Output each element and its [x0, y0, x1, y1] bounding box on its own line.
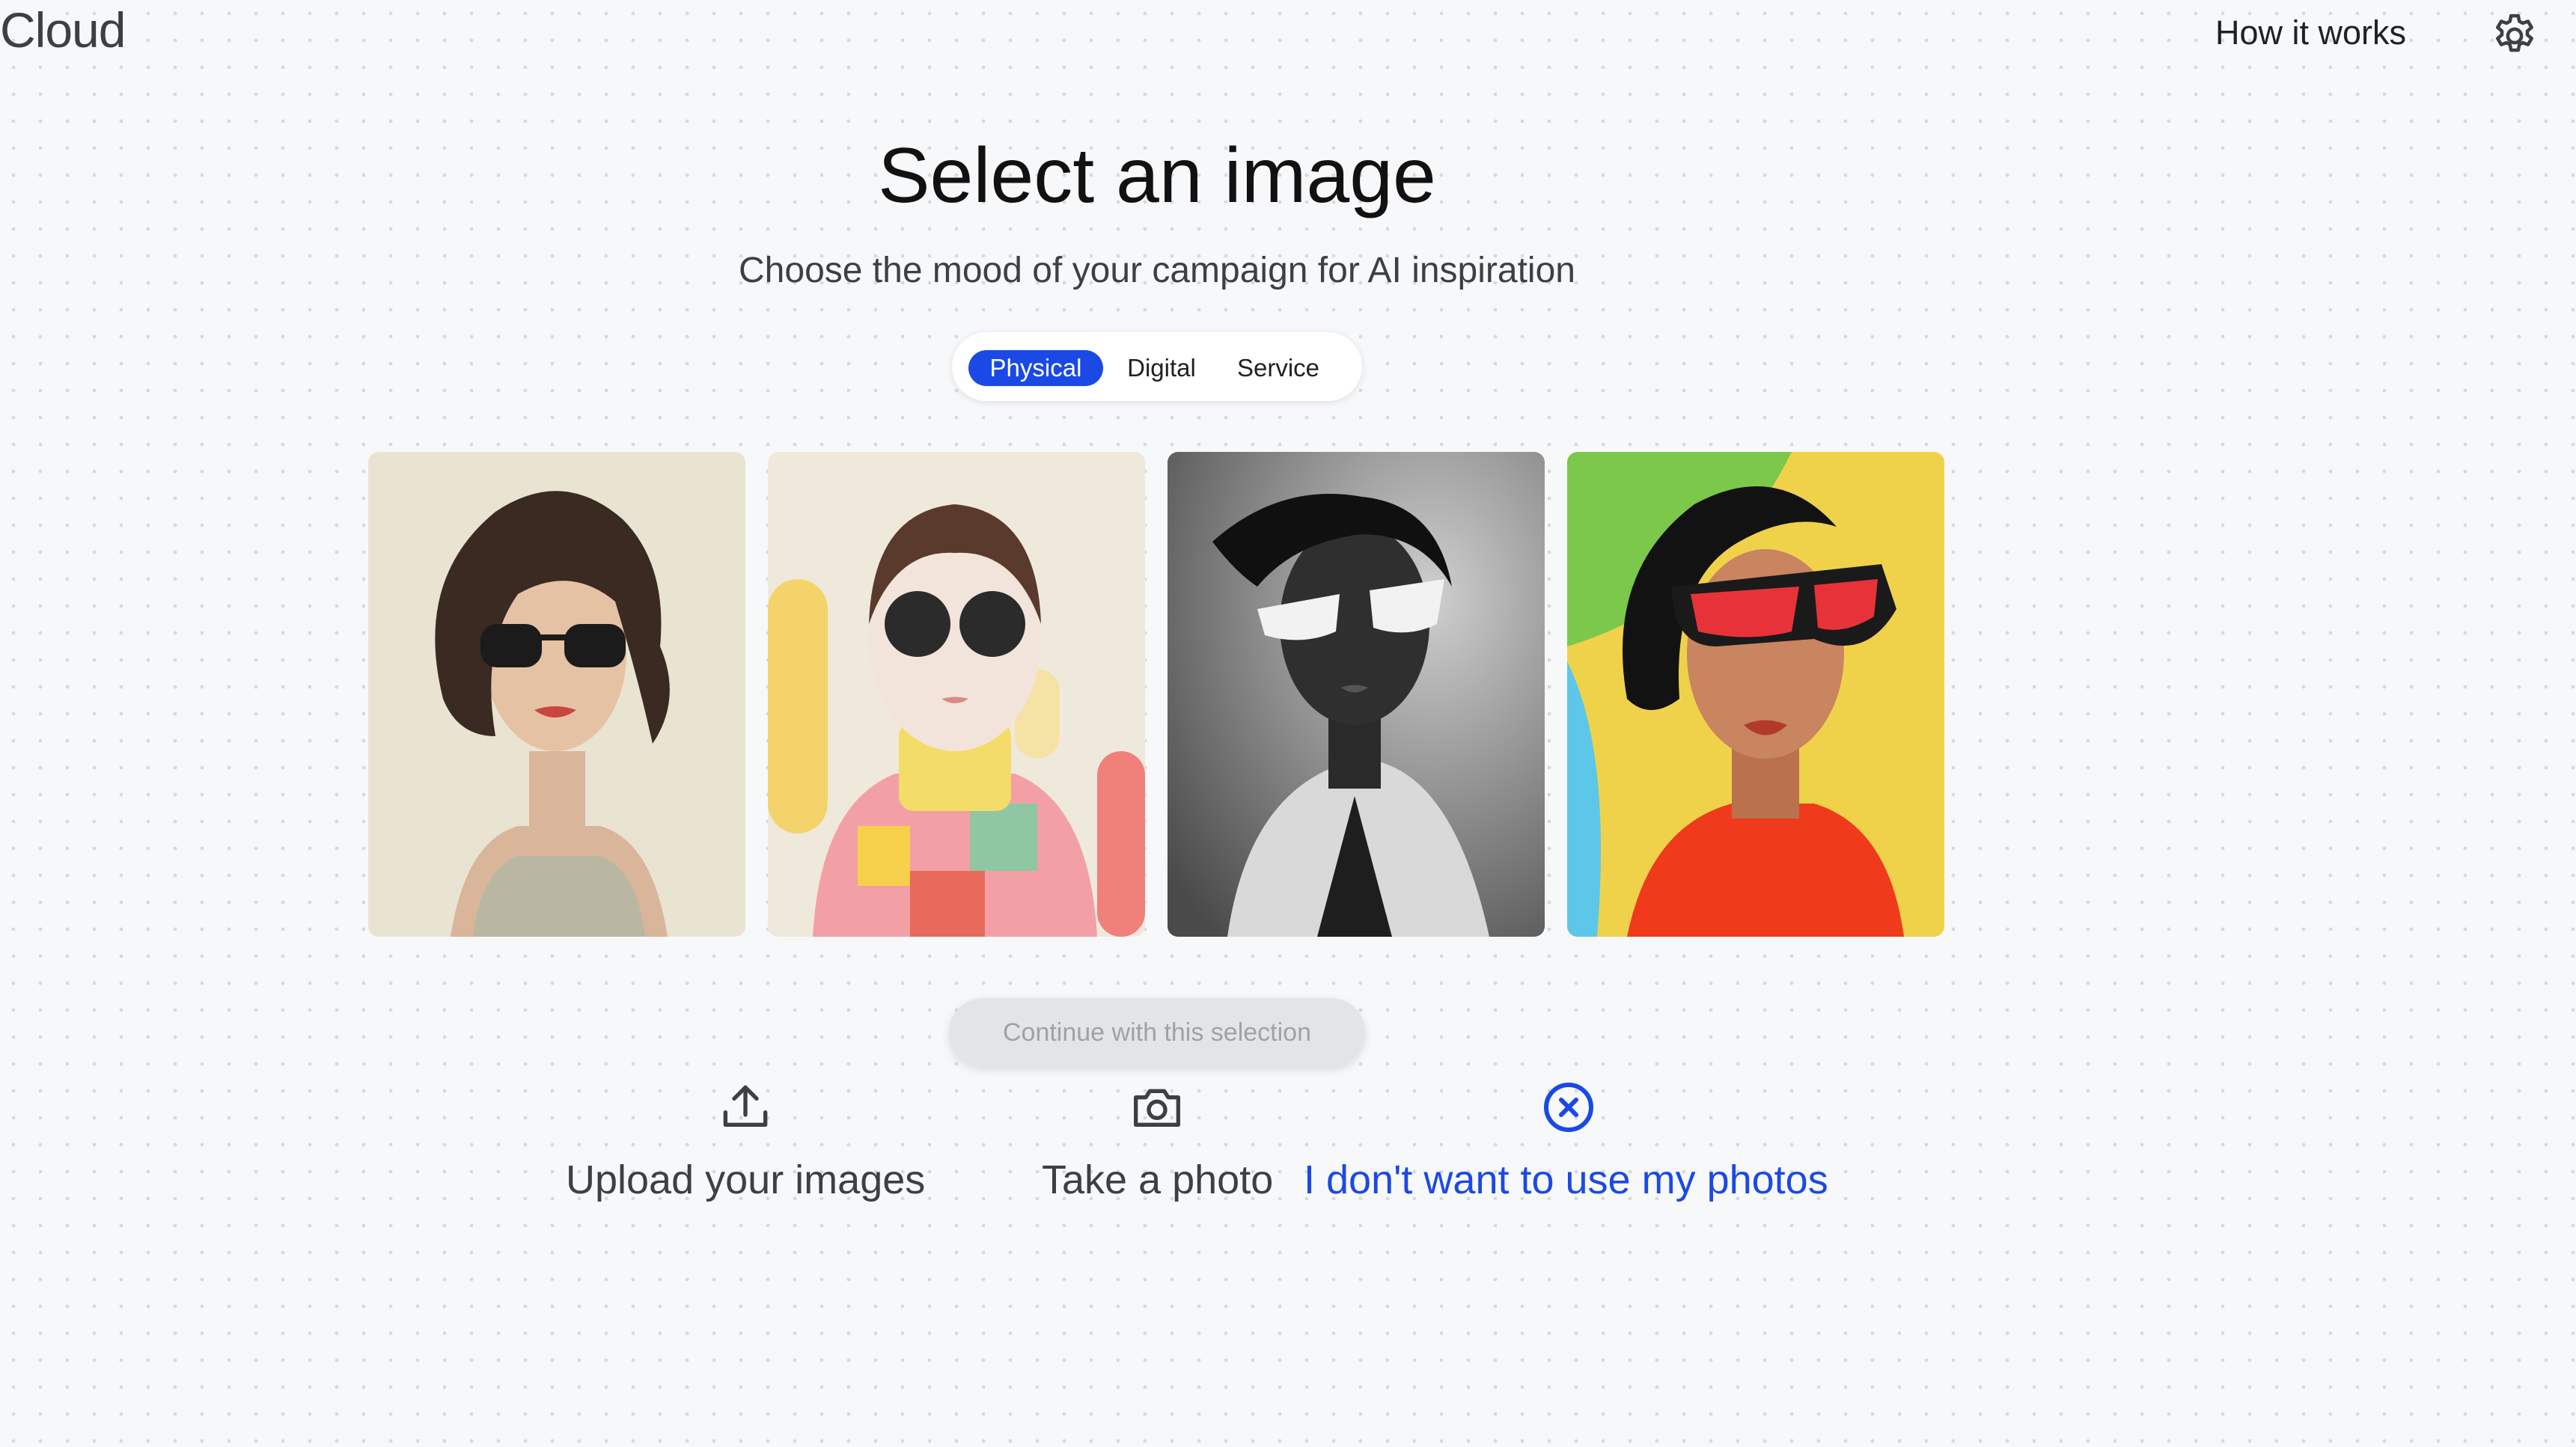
tab-service[interactable]: Service	[1218, 350, 1338, 386]
page-subtitle: Choose the mood of your campaign for AI …	[739, 251, 1575, 290]
skip-photos-link[interactable]: I don't want to use my photos	[1304, 1157, 1828, 1203]
category-segmented-control: Physical Digital Service	[952, 332, 1362, 401]
image-option-4[interactable]	[1567, 452, 1944, 937]
close-circle-icon[interactable]	[1539, 1077, 1599, 1137]
upload-icon[interactable]	[715, 1077, 775, 1137]
continue-button[interactable]: Continue with this selection	[949, 998, 1365, 1067]
tab-digital[interactable]: Digital	[1109, 350, 1214, 386]
page-title: Select an image	[878, 132, 1436, 219]
camera-icon[interactable]	[1127, 1077, 1187, 1137]
gear-icon[interactable]	[2489, 10, 2540, 61]
image-option-3[interactable]	[1168, 452, 1545, 937]
image-option-2[interactable]	[768, 452, 1145, 937]
brand-logo-text: Cloud	[0, 2, 126, 58]
upload-images-button[interactable]: Upload your images	[566, 1157, 925, 1203]
take-photo-button[interactable]: Take a photo	[1042, 1157, 1273, 1203]
tab-physical[interactable]: Physical	[968, 350, 1103, 386]
image-option-1[interactable]	[368, 452, 745, 937]
how-it-works-link[interactable]: How it works	[2215, 13, 2406, 52]
